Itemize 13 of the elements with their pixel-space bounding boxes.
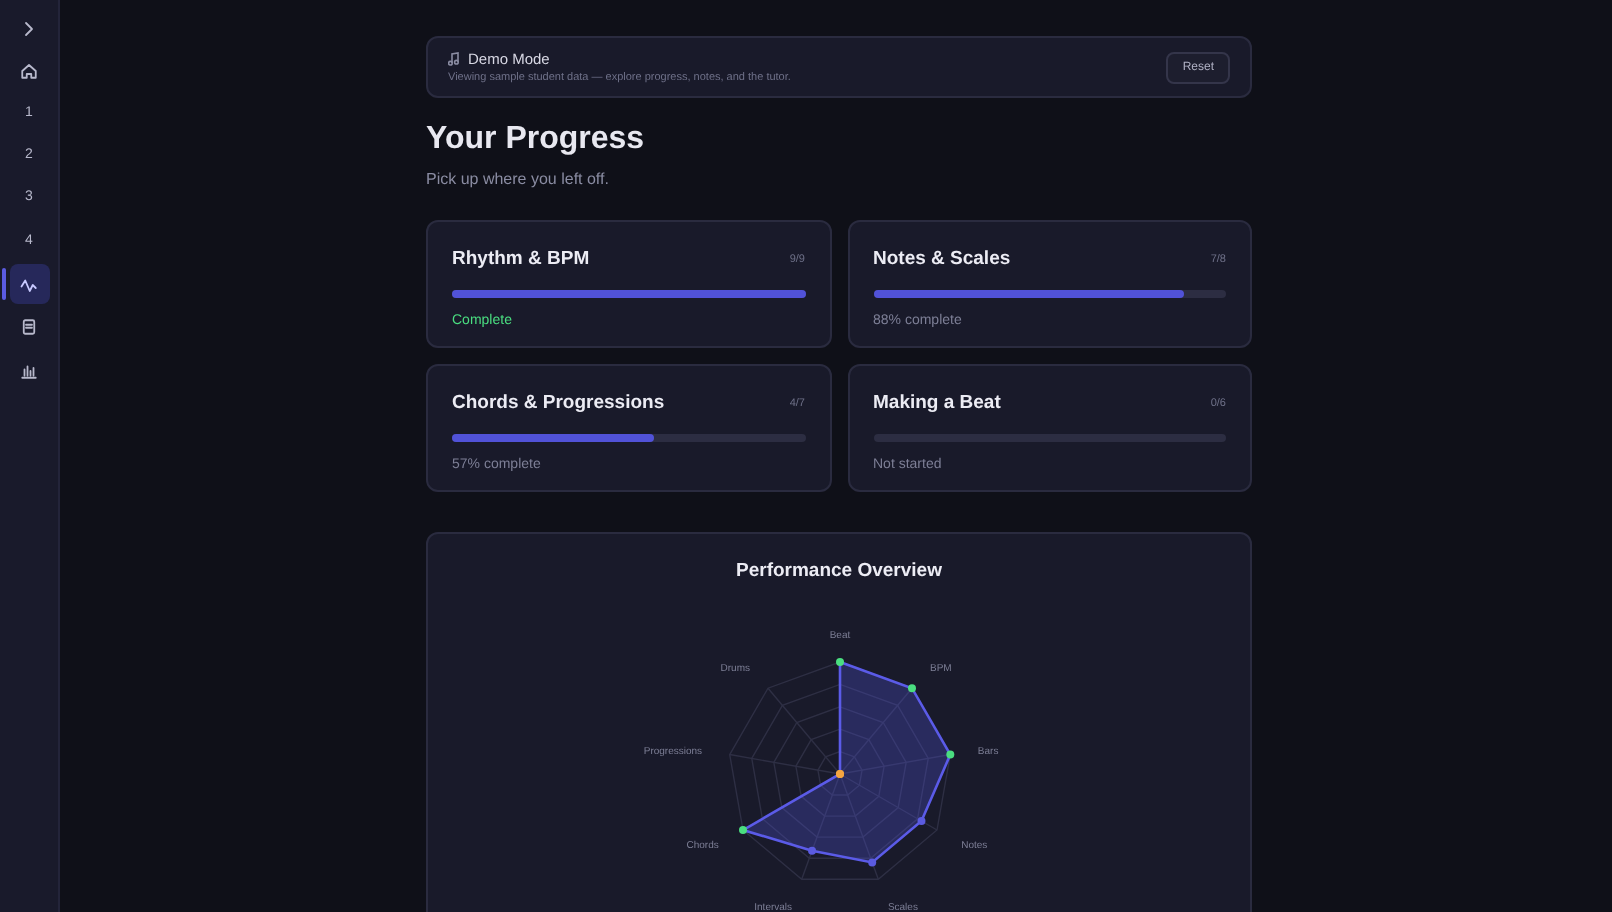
home-icon xyxy=(20,61,38,80)
document-icon xyxy=(20,318,38,337)
page-title: Your Progress xyxy=(426,120,647,159)
chart-title: Performance Overview xyxy=(734,558,944,587)
module-title: Rhythm & BPM xyxy=(452,246,590,275)
module-title: Notes & Scales xyxy=(873,246,1011,275)
music-note-icon xyxy=(448,51,460,66)
chevron-icon xyxy=(20,19,38,37)
bar-chart-icon xyxy=(20,361,38,380)
module-title: Chords & Progressions xyxy=(452,390,665,419)
module-title: Making a Beat xyxy=(873,390,1001,419)
page-subtitle: Pick up where you left off. xyxy=(426,168,611,193)
activity-icon xyxy=(20,275,38,294)
